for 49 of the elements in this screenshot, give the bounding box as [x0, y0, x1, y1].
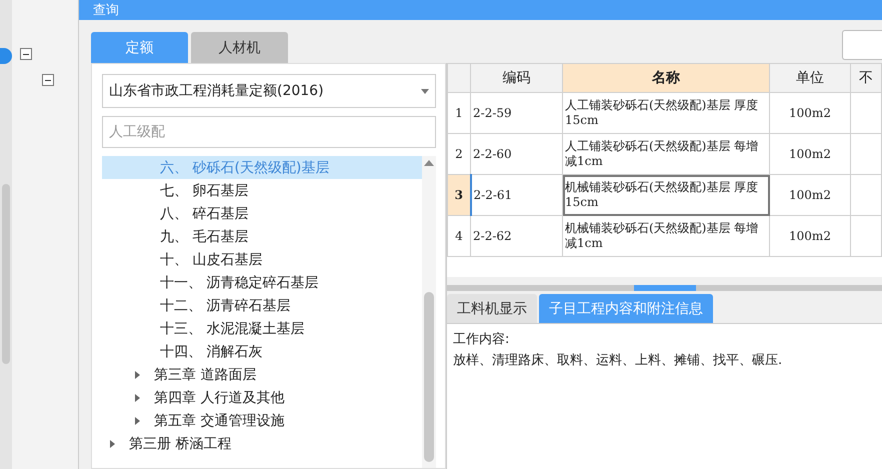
- tree-item[interactable]: 十三、 水泥混凝土基层: [102, 317, 422, 340]
- tree-item[interactable]: 第三册 桥涵工程: [102, 432, 422, 455]
- search-field[interactable]: 人工级配: [102, 116, 436, 148]
- tree-item[interactable]: 第四章 人行道及其他: [102, 386, 422, 409]
- table-cell: 机械铺装砂砾石(天然级配)基层 厚度15cm: [562, 174, 770, 216]
- tree-item[interactable]: 十四、 消解石灰: [102, 340, 422, 363]
- table-cell: 2-2-60: [470, 134, 562, 174]
- tree-item[interactable]: 七、 卵石基层: [102, 179, 422, 202]
- table-cell: 人工铺装砂砾石(天然级配)基层 厚度15cm: [562, 92, 770, 134]
- library-dropdown[interactable]: 山东省市政工程消耗量定额(2016): [102, 74, 436, 108]
- table-cell: 2-2-62: [470, 216, 562, 256]
- table-cell: 100m2: [770, 216, 850, 256]
- tree-item[interactable]: 第五章 交通管理设施: [102, 409, 422, 432]
- expand-arrow-icon[interactable]: [135, 370, 140, 378]
- table-cell: 100m2: [770, 134, 850, 174]
- tree-item[interactable]: 十二、 沥青碎石基层: [102, 294, 422, 317]
- table-cell: 人工铺装砂砾石(天然级配)基层 每增减1cm: [562, 134, 770, 174]
- table-cell: 2-2-61: [470, 174, 562, 216]
- column-header[interactable]: 单位: [770, 64, 850, 92]
- tab[interactable]: 工料机显示: [447, 294, 537, 323]
- collapse-icon[interactable]: [42, 74, 54, 86]
- table-cell: 100m2: [770, 92, 850, 134]
- expand-arrow-icon[interactable]: [135, 416, 140, 424]
- column-header[interactable]: 不: [850, 64, 882, 92]
- collapse-icon[interactable]: [20, 48, 32, 60]
- scrollbar[interactable]: [422, 156, 436, 468]
- detail-heading: 工作内容:: [453, 331, 510, 348]
- expand-arrow-icon[interactable]: [110, 440, 115, 448]
- tree-item[interactable]: 八、 碎石基层: [102, 202, 422, 225]
- dropdown-caret-icon: [421, 88, 429, 94]
- tree-item[interactable]: 九、 毛石基层: [102, 225, 422, 248]
- detail-text: 放样、清理路床、取料、运料、上料、摊铺、找平、碾压.: [453, 352, 784, 369]
- splitter-handle[interactable]: [634, 285, 696, 291]
- tree-item[interactable]: 十、 山皮石基层: [102, 248, 422, 271]
- table-cell: 机械铺装砂砾石(天然级配)基层 每增减1cm: [562, 216, 770, 256]
- expand-arrow-icon[interactable]: [135, 394, 140, 402]
- column-header[interactable]: 名称: [562, 64, 770, 92]
- column-header[interactable]: 编码: [470, 64, 562, 92]
- table-cell: 2-2-59: [470, 92, 562, 134]
- row-number[interactable]: 3: [448, 174, 470, 216]
- dialog-title: 查询: [93, 2, 119, 19]
- tree-item[interactable]: 十一、 沥青稳定碎石基层: [102, 271, 422, 294]
- row-number[interactable]: 2: [448, 134, 470, 174]
- table-cell: 100m2: [770, 174, 850, 216]
- scrollbar[interactable]: [2, 184, 10, 364]
- row-number[interactable]: 4: [448, 216, 470, 256]
- tree-item[interactable]: 第三章 道路面层: [102, 363, 422, 386]
- row-number[interactable]: 1: [448, 92, 470, 134]
- tab[interactable]: 人材机: [191, 32, 288, 63]
